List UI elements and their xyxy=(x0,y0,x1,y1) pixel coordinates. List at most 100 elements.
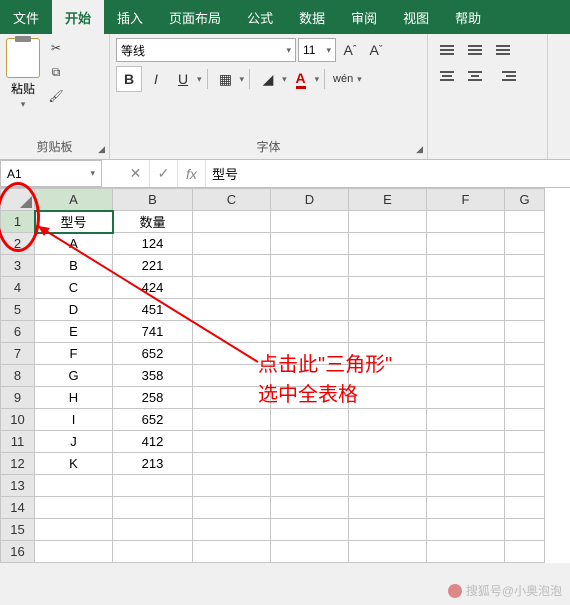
row-header-2[interactable]: 2 xyxy=(1,233,35,255)
font-color-button[interactable]: A xyxy=(288,66,314,92)
cell-D1[interactable] xyxy=(271,211,349,233)
italic-button[interactable]: I xyxy=(143,66,169,92)
cell-F3[interactable] xyxy=(427,255,505,277)
cell-A10[interactable]: I xyxy=(35,409,113,431)
select-all-corner[interactable] xyxy=(1,189,35,211)
cut-button[interactable]: ✂ xyxy=(46,38,66,58)
cell-E11[interactable] xyxy=(349,431,427,453)
cell-A14[interactable] xyxy=(35,497,113,519)
cell-F13[interactable] xyxy=(427,475,505,497)
font-size-select[interactable]: 11 ▾ xyxy=(298,38,336,62)
copy-button[interactable]: ⧉ xyxy=(46,62,66,82)
cell-G10[interactable] xyxy=(505,409,545,431)
cell-B10[interactable]: 652 xyxy=(113,409,193,431)
cell-B13[interactable] xyxy=(113,475,193,497)
row-header-7[interactable]: 7 xyxy=(1,343,35,365)
cell-E3[interactable] xyxy=(349,255,427,277)
cell-A5[interactable]: D xyxy=(35,299,113,321)
column-header-G[interactable]: G xyxy=(505,189,545,211)
formula-input[interactable] xyxy=(206,160,570,187)
cell-B8[interactable]: 358 xyxy=(113,365,193,387)
cell-C13[interactable] xyxy=(193,475,271,497)
paste-button[interactable]: 粘贴 ▾ xyxy=(6,38,40,110)
cell-B12[interactable]: 213 xyxy=(113,453,193,475)
cell-A13[interactable] xyxy=(35,475,113,497)
row-header-12[interactable]: 12 xyxy=(1,453,35,475)
cell-F7[interactable] xyxy=(427,343,505,365)
cell-F8[interactable] xyxy=(427,365,505,387)
cell-E15[interactable] xyxy=(349,519,427,541)
cell-F16[interactable] xyxy=(427,541,505,563)
row-header-5[interactable]: 5 xyxy=(1,299,35,321)
row-header-15[interactable]: 15 xyxy=(1,519,35,541)
cell-D15[interactable] xyxy=(271,519,349,541)
row-header-4[interactable]: 4 xyxy=(1,277,35,299)
cell-E7[interactable] xyxy=(349,343,427,365)
grow-font-button[interactable]: Aˆ xyxy=(338,38,362,62)
align-left-button[interactable] xyxy=(434,64,460,88)
shrink-font-button[interactable]: Aˇ xyxy=(364,38,388,62)
cell-G16[interactable] xyxy=(505,541,545,563)
cell-D10[interactable] xyxy=(271,409,349,431)
column-header-B[interactable]: B xyxy=(113,189,193,211)
cell-C10[interactable] xyxy=(193,409,271,431)
tab-review[interactable]: 审阅 xyxy=(338,0,390,34)
cell-B4[interactable]: 424 xyxy=(113,277,193,299)
cell-G1[interactable] xyxy=(505,211,545,233)
cell-G5[interactable] xyxy=(505,299,545,321)
cell-D4[interactable] xyxy=(271,277,349,299)
cell-E1[interactable] xyxy=(349,211,427,233)
cell-D9[interactable] xyxy=(271,387,349,409)
cell-E9[interactable] xyxy=(349,387,427,409)
underline-button[interactable]: U xyxy=(170,66,196,92)
cell-E6[interactable] xyxy=(349,321,427,343)
cell-C3[interactable] xyxy=(193,255,271,277)
cell-A9[interactable]: H xyxy=(35,387,113,409)
cell-B3[interactable]: 221 xyxy=(113,255,193,277)
tab-formula[interactable]: 公式 xyxy=(234,0,286,34)
cell-F11[interactable] xyxy=(427,431,505,453)
cell-C2[interactable] xyxy=(193,233,271,255)
cancel-edit-button[interactable]: ✕ xyxy=(122,160,150,187)
cell-C5[interactable] xyxy=(193,299,271,321)
tab-data[interactable]: 数据 xyxy=(286,0,338,34)
cell-E8[interactable] xyxy=(349,365,427,387)
border-button[interactable]: ▦ xyxy=(213,66,239,92)
cell-A12[interactable]: K xyxy=(35,453,113,475)
cell-D13[interactable] xyxy=(271,475,349,497)
cell-G12[interactable] xyxy=(505,453,545,475)
cell-G8[interactable] xyxy=(505,365,545,387)
cell-D11[interactable] xyxy=(271,431,349,453)
cell-D8[interactable] xyxy=(271,365,349,387)
cell-F6[interactable] xyxy=(427,321,505,343)
cell-A4[interactable]: C xyxy=(35,277,113,299)
fill-color-button[interactable]: ◢ xyxy=(255,66,281,92)
row-header-14[interactable]: 14 xyxy=(1,497,35,519)
align-middle-button[interactable] xyxy=(462,38,488,62)
cell-C7[interactable] xyxy=(193,343,271,365)
font-name-select[interactable]: 等线 ▾ xyxy=(116,38,296,62)
cell-E2[interactable] xyxy=(349,233,427,255)
cell-C14[interactable] xyxy=(193,497,271,519)
cell-A11[interactable]: J xyxy=(35,431,113,453)
cell-A16[interactable] xyxy=(35,541,113,563)
column-header-C[interactable]: C xyxy=(193,189,271,211)
cell-A6[interactable]: E xyxy=(35,321,113,343)
cell-G3[interactable] xyxy=(505,255,545,277)
cell-E13[interactable] xyxy=(349,475,427,497)
row-header-10[interactable]: 10 xyxy=(1,409,35,431)
cell-G7[interactable] xyxy=(505,343,545,365)
cell-B7[interactable]: 652 xyxy=(113,343,193,365)
align-top-button[interactable] xyxy=(434,38,460,62)
row-header-13[interactable]: 13 xyxy=(1,475,35,497)
cell-D12[interactable] xyxy=(271,453,349,475)
cell-G6[interactable] xyxy=(505,321,545,343)
cell-E14[interactable] xyxy=(349,497,427,519)
tab-insert[interactable]: 插入 xyxy=(104,0,156,34)
cell-B9[interactable]: 258 xyxy=(113,387,193,409)
row-header-9[interactable]: 9 xyxy=(1,387,35,409)
cell-F14[interactable] xyxy=(427,497,505,519)
column-header-E[interactable]: E xyxy=(349,189,427,211)
cell-G4[interactable] xyxy=(505,277,545,299)
cell-A15[interactable] xyxy=(35,519,113,541)
